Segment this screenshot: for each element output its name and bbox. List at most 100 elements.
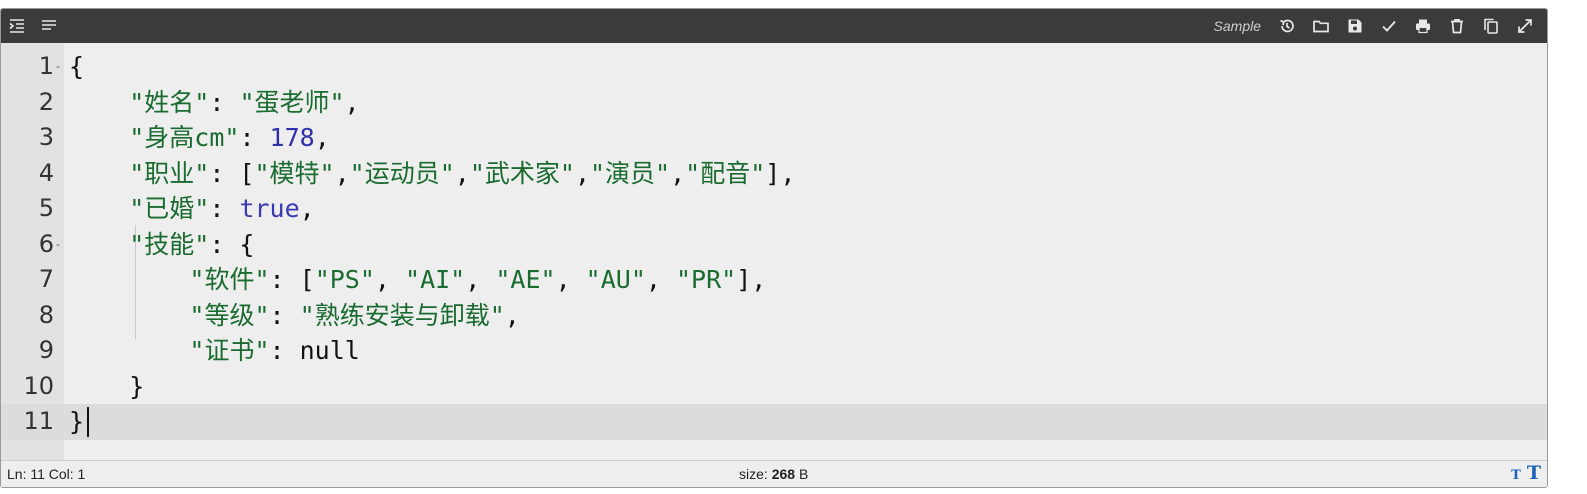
code-token: }	[69, 371, 145, 401]
fold-toggle-icon[interactable]: -	[56, 49, 64, 85]
menu-icon[interactable]	[39, 16, 59, 36]
code-token: ,	[374, 265, 406, 294]
code-token: ,	[314, 123, 330, 152]
text-cursor	[87, 407, 89, 437]
code-token: "AE"	[495, 265, 556, 294]
line-text: }	[69, 404, 84, 440]
code-token: ,	[574, 158, 590, 188]
code-line[interactable]: 2 "姓名": "蛋老师",	[1, 85, 1547, 121]
code-line[interactable]: 4 "职业": ["模特","运动员","武术家","演员","配音"],	[1, 156, 1547, 192]
code-token: "软件"	[189, 265, 270, 294]
save-icon[interactable]	[1345, 16, 1365, 36]
line-text: "等级": "熟练安装与卸载",	[69, 298, 520, 334]
code-token: :	[239, 123, 270, 152]
code-line[interactable]: 9 "证书": null	[1, 333, 1547, 369]
json-editor: Sample 1 - {2 "姓名": "蛋老师", 3 "身高cm": 17…	[0, 8, 1548, 488]
code-area[interactable]: 1-{2 "姓名": "蛋老师", 3 "身高cm": 178, 4 "职业": […	[1, 49, 1547, 440]
code-line[interactable]: 10 }	[1, 369, 1547, 405]
code-token: : {	[209, 229, 255, 259]
code-token: ,	[504, 300, 520, 330]
code-token: :	[209, 87, 240, 117]
code-line[interactable]: 7 "软件": ["PS", "AI", "AE", "AU", "PR"],	[1, 262, 1547, 298]
copy-icon[interactable]	[1481, 16, 1501, 36]
code-token: "演员"	[590, 158, 671, 188]
trash-icon[interactable]	[1447, 16, 1467, 36]
line-number: 3	[38, 123, 54, 151]
line-text: "软件": ["PS", "AI", "AE", "AU", "PR"],	[69, 262, 766, 298]
code-line[interactable]: 3 "身高cm": 178,	[1, 120, 1547, 156]
code-token: :	[269, 300, 300, 330]
line-number: 6	[38, 229, 54, 258]
code-token: ,	[334, 158, 350, 188]
toolbar-right: Sample	[1214, 16, 1547, 36]
size-label: size:	[739, 466, 768, 482]
code-line[interactable]: 5 "已婚": true,	[1, 191, 1547, 227]
font-size-controls: T T	[1511, 462, 1541, 484]
check-icon[interactable]	[1379, 16, 1399, 36]
code-token: "身高cm"	[129, 123, 240, 152]
code-token: "配音"	[685, 158, 766, 188]
code-token: ,	[555, 265, 586, 294]
code-token: "技能"	[129, 229, 210, 259]
code-token: :	[209, 194, 240, 223]
code-token: : null	[269, 336, 360, 365]
code-token: "熟练安装与卸载"	[299, 300, 505, 330]
line-number: 4	[38, 158, 54, 187]
toolbar-left	[1, 16, 59, 36]
line-text: "职业": ["模特","运动员","武术家","演员","配音"],	[69, 156, 795, 192]
cursor-position: Ln: 11 Col: 1	[7, 466, 86, 482]
code-line[interactable]: 1-{	[1, 49, 1547, 85]
line-text: "姓名": "蛋老师",	[69, 85, 359, 121]
sample-link[interactable]: Sample	[1214, 18, 1261, 34]
line-text: "已婚": true,	[69, 191, 315, 227]
code-token: ],	[736, 265, 767, 294]
code-line[interactable]: 8 "等级": "熟练安装与卸载",	[1, 298, 1547, 334]
size-value: 268	[771, 466, 796, 482]
line-text: "证书": null	[69, 333, 360, 369]
fold-toggle-icon[interactable]: -	[56, 227, 64, 263]
code-token: "证书"	[189, 336, 270, 365]
font-larger-button[interactable]: T	[1527, 462, 1541, 484]
indent-icon[interactable]	[7, 16, 27, 36]
print-icon[interactable]	[1413, 16, 1433, 36]
code-token: "等级"	[189, 300, 270, 330]
code-token: : [	[269, 265, 315, 294]
code-token: ],	[765, 158, 796, 188]
folder-icon[interactable]	[1311, 16, 1331, 36]
status-bar: Ln: 11 Col: 1 size: 268 B T T	[1, 460, 1547, 487]
document-size: size: 268 B	[739, 466, 808, 482]
code-token: "武术家"	[469, 158, 575, 188]
code-token: 178	[269, 123, 315, 152]
line-number: 2	[38, 87, 54, 116]
line-number: 7	[38, 265, 54, 293]
code-token: "PS"	[314, 265, 375, 294]
code-token: ,	[299, 194, 315, 223]
line-text: {	[69, 49, 84, 85]
code-token: {	[69, 52, 85, 81]
line-text: "技能": {	[69, 227, 254, 263]
font-smaller-button[interactable]: T	[1511, 468, 1521, 483]
line-number: 8	[38, 300, 54, 329]
code-token: "PR"	[676, 265, 737, 294]
code-token: ,	[670, 158, 686, 188]
code-line[interactable]: 11}	[1, 404, 1547, 440]
history-icon[interactable]	[1277, 16, 1297, 36]
expand-icon[interactable]	[1515, 16, 1535, 36]
code-token: true	[239, 194, 300, 223]
code-token: "运动员"	[349, 158, 455, 188]
line-text: }	[69, 369, 144, 405]
code-token: "已婚"	[129, 194, 210, 223]
code-token: ,	[645, 265, 676, 294]
size-unit: B	[798, 466, 809, 482]
code-token: "模特"	[254, 158, 335, 188]
toolbar: Sample	[1, 9, 1547, 43]
code-line[interactable]: 6- "技能": {	[1, 227, 1547, 263]
code-token: "姓名"	[129, 87, 210, 117]
